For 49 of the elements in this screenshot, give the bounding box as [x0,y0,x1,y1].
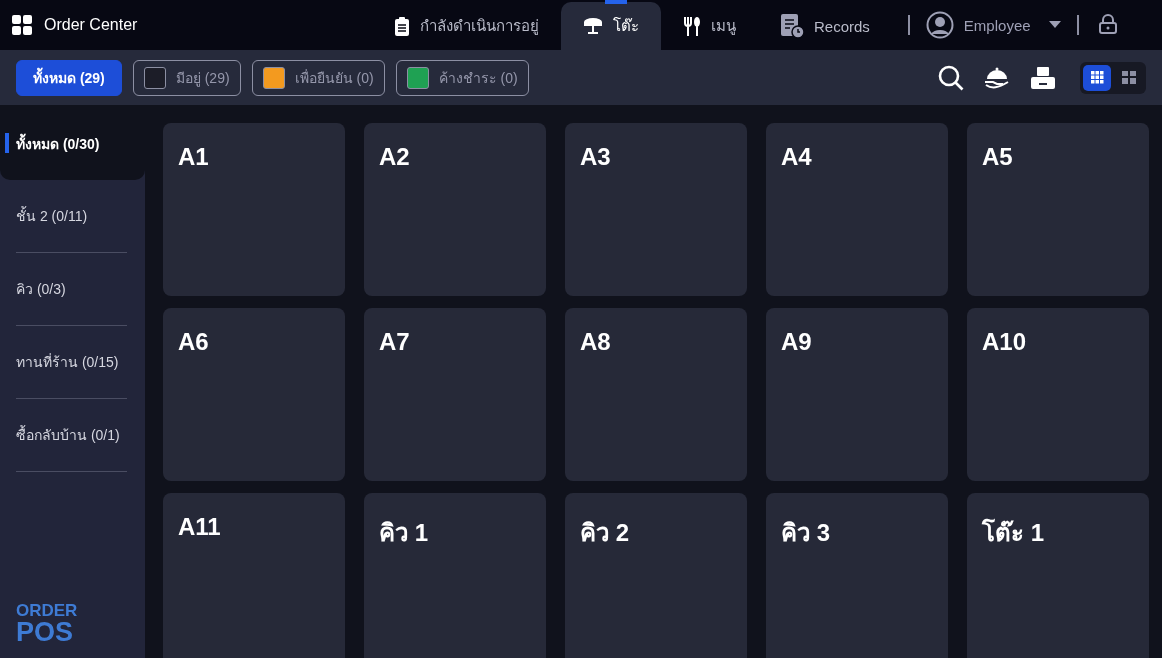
nav-tab[interactable]: โต๊ะ [561,2,661,50]
lock-icon [1098,14,1117,34]
serving-cloche-icon [984,65,1010,90]
zone-item[interactable]: ชั้น 2 (0/11) [16,180,127,253]
table-card[interactable]: A8 [565,308,747,481]
cash-drawer-icon [1030,65,1056,90]
app-title: Order Center [44,16,138,34]
grid-icon[interactable] [12,15,32,35]
cash-register-button[interactable] [1030,65,1056,90]
table-card[interactable]: คิว 2 [565,493,747,658]
status-filter-chip[interactable]: เพื่อยืนยัน (0) [251,59,385,96]
status-filter-chip[interactable]: ทั้งหมด (29) [16,59,122,96]
table-card[interactable]: A6 [163,308,345,481]
status-filter-chip[interactable]: ค้างชำระ (0) [395,59,529,96]
zone-item[interactable]: คิว (0/3) [16,253,127,326]
table-card[interactable]: A7 [364,308,546,481]
table-card[interactable]: A3 [565,123,747,296]
table-card[interactable]: A4 [766,123,948,296]
brand-logo-bottom: POS [16,619,75,646]
zone-item[interactable]: ทั้งหมด (0/30) [0,107,145,180]
status-filter-chip[interactable]: มีอยู่ (29) [132,59,241,96]
user-menu[interactable]: Employee [925,0,1061,50]
caret-icon [1048,21,1061,29]
grid-view-button[interactable] [1083,64,1111,91]
nav-tab[interactable]: Records [758,2,892,50]
table-card[interactable]: A1 [163,123,345,296]
table-icon [583,17,603,35]
table-card[interactable]: A2 [364,123,546,296]
table-card[interactable]: A9 [766,308,948,481]
nav-tab[interactable]: เมนู [661,2,758,50]
zone-item[interactable]: ทานที่ร้าน (0/15) [16,326,127,399]
table-card[interactable]: A11 [163,493,345,658]
table-card[interactable]: A10 [967,308,1149,481]
search-button[interactable] [938,64,964,91]
table-card[interactable]: คิว 3 [766,493,948,658]
search-icon [938,64,964,91]
table-card[interactable]: คิว 1 [364,493,546,658]
document-clock-icon [780,13,804,39]
serving-button[interactable] [984,65,1010,90]
tiles-icon [1122,71,1136,84]
table-card[interactable]: A5 [967,123,1149,296]
zone-item[interactable]: ซื้อกลับบ้าน (0/1) [16,399,127,472]
user-avatar-icon [925,11,954,39]
brand-logo-top: ORDER [16,602,79,619]
small-grid-icon [1090,71,1104,84]
clipboard-icon [394,16,410,36]
table-card[interactable]: โต๊ะ 1 [967,493,1149,658]
nav-tab[interactable]: กำลังดำเนินการอยู่ [372,2,561,50]
fork-spoon-icon [683,16,701,36]
